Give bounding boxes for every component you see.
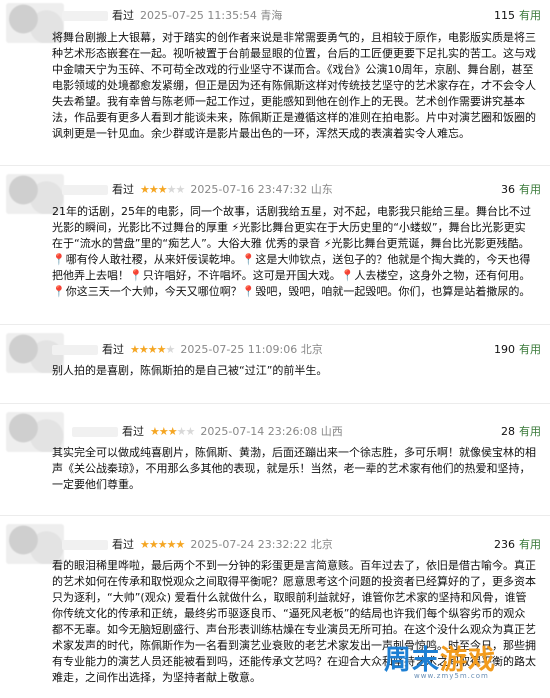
star-filled-icon: ★ — [166, 538, 177, 551]
review-header: 看过 ★★★★★ 2025-07-25 11:09:06 北京 — [52, 342, 323, 358]
vote-count: 236 — [494, 538, 515, 551]
rating-stars: ★★★★★ — [140, 183, 186, 196]
useful-button[interactable]: 有用 — [519, 9, 541, 22]
useful-votes[interactable]: 115 有用 — [494, 8, 541, 24]
star-filled-icon: ★ — [175, 538, 186, 551]
review-location: 北京 — [310, 538, 333, 551]
useful-button[interactable]: 有用 — [519, 343, 541, 356]
star-filled-icon: ★ — [140, 538, 150, 551]
star-filled-icon: ★ — [138, 343, 149, 356]
rating-stars: ★★★★★ — [140, 538, 186, 551]
username[interactable] — [72, 427, 118, 437]
watermark-domain: www.zmy5m.com — [414, 672, 489, 680]
review-date: 2025-07-16 23:47:32 — [190, 183, 308, 196]
site-watermark-logo: 周末游戏 www.zmy5m.com — [384, 638, 544, 690]
star-filled-icon: ★ — [130, 343, 140, 356]
review-header: 看过 ★★★★★ 2025-07-24 23:32:22 北京 — [62, 537, 333, 553]
divider — [0, 165, 550, 166]
review-date: 2025-07-25 11:35:54 — [140, 9, 257, 22]
username[interactable] — [62, 540, 108, 550]
useful-votes[interactable]: 236 有用 — [494, 537, 541, 553]
star-empty-icon: ★ — [176, 425, 187, 438]
review-location: 山东 — [310, 183, 333, 196]
review-text: 21年的话剧，25年的电影，同一个故事，话剧我给五星，对不起，电影我只能给三星。… — [52, 205, 531, 298]
watched-label: 看过 — [112, 538, 134, 551]
review-text: 将舞台剧搬上大银幕，对于踏实的创作者来说是非常需要勇气的，且相较于原作，电影版实… — [52, 31, 536, 140]
review-location: 山西 — [320, 425, 343, 438]
review-text: 其实完全可以做成纯喜剧片，陈佩斯、黄渤，后面还蹦出来一个徐志胜，多可乐啊！就像侯… — [52, 446, 536, 491]
watched-label: 看过 — [112, 9, 134, 22]
vote-count: 36 — [501, 183, 515, 196]
divider — [0, 324, 550, 325]
review-date: 2025-07-25 11:09:06 — [180, 343, 298, 356]
star-filled-icon: ★ — [140, 183, 150, 196]
review-location: 青海 — [260, 9, 283, 22]
review-location: 北京 — [300, 343, 323, 356]
review-header: 看过 ★★★★★ 2025-07-16 23:47:32 山东 — [62, 182, 333, 198]
watched-label: 看过 — [122, 425, 144, 438]
username[interactable] — [62, 11, 108, 21]
useful-votes[interactable]: 28 有用 — [501, 424, 541, 440]
vote-count: 115 — [494, 9, 515, 22]
useful-button[interactable]: 有用 — [519, 538, 541, 551]
star-filled-icon: ★ — [148, 538, 159, 551]
review-header: 看过 2025-07-25 11:35:54 青海 — [62, 8, 282, 24]
star-filled-icon: ★ — [147, 343, 158, 356]
vote-count: 28 — [501, 425, 515, 438]
username[interactable] — [52, 345, 98, 355]
star-empty-icon: ★ — [185, 425, 196, 438]
useful-votes[interactable]: 36 有用 — [501, 182, 541, 198]
useful-votes[interactable]: 190 有用 — [494, 342, 541, 358]
review-date: 2025-07-24 23:32:22 — [190, 538, 308, 551]
star-filled-icon: ★ — [156, 343, 167, 356]
review-text: 别人拍的是喜剧，陈佩斯拍的是自己被“过江”的前半生。 — [52, 364, 328, 377]
watched-label: 看过 — [112, 183, 134, 196]
vote-count: 190 — [494, 343, 515, 356]
divider — [0, 403, 550, 404]
divider — [0, 515, 550, 516]
useful-button[interactable]: 有用 — [519, 183, 541, 196]
star-filled-icon: ★ — [167, 425, 178, 438]
star-filled-icon: ★ — [158, 425, 169, 438]
username[interactable] — [62, 185, 108, 195]
watched-label: 看过 — [102, 343, 124, 356]
review-date: 2025-07-14 23:26:08 — [200, 425, 318, 438]
star-filled-icon: ★ — [148, 183, 159, 196]
star-empty-icon: ★ — [166, 183, 177, 196]
star-filled-icon: ★ — [157, 183, 168, 196]
star-filled-icon: ★ — [150, 425, 160, 438]
rating-stars: ★★★★★ — [150, 425, 196, 438]
star-empty-icon: ★ — [165, 343, 176, 356]
star-filled-icon: ★ — [157, 538, 168, 551]
rating-stars: ★★★★★ — [130, 343, 176, 356]
review-header: 看过 ★★★★★ 2025-07-14 23:26:08 山西 — [72, 424, 343, 440]
useful-button[interactable]: 有用 — [519, 425, 541, 438]
star-empty-icon: ★ — [175, 183, 186, 196]
